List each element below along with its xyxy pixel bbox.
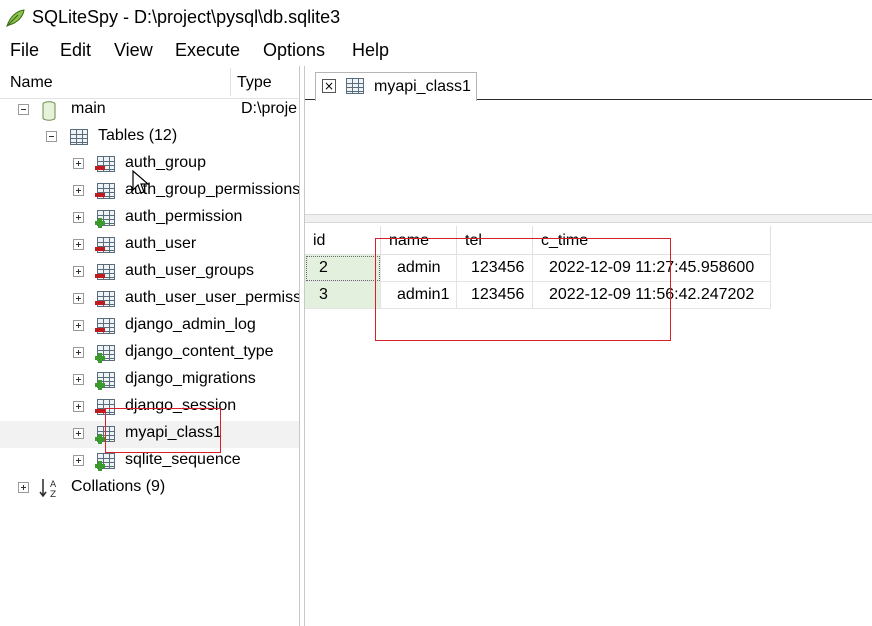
- tree-item-label: auth_user: [125, 235, 197, 252]
- tree-item-table[interactable]: auth_group: [0, 151, 299, 178]
- table-icon: [95, 399, 115, 415]
- expand-icon[interactable]: [73, 455, 84, 466]
- tree-item-tables[interactable]: Tables (12): [0, 124, 299, 151]
- table-icon: [95, 372, 115, 390]
- expand-icon[interactable]: [73, 266, 84, 277]
- expand-icon[interactable]: [73, 239, 84, 250]
- database-icon: [42, 101, 56, 121]
- expand-icon[interactable]: [73, 401, 84, 412]
- schema-tree[interactable]: Name Type main D:\proje Tables (12) auth…: [0, 66, 300, 626]
- mouse-cursor-icon: [132, 170, 150, 194]
- tree-item-label: auth_group_permissions: [125, 181, 300, 198]
- grid-cell-name[interactable]: admin1: [381, 282, 457, 309]
- tree-item-main[interactable]: main D:\proje: [0, 97, 299, 124]
- table-icon: [95, 318, 115, 334]
- tree-item-table[interactable]: auth_user_user_permiss: [0, 286, 300, 313]
- table-icon: [95, 156, 115, 172]
- expand-icon[interactable]: [73, 320, 84, 331]
- tree-item-table[interactable]: auth_user: [0, 232, 299, 259]
- table-icon: [95, 453, 115, 471]
- tree-item-table[interactable]: django_session: [0, 394, 299, 421]
- table-icon: [346, 78, 364, 94]
- tree-header: Name Type: [0, 66, 299, 99]
- grid-cell-c-time[interactable]: 2022-12-09 11:56:42.247202: [533, 282, 771, 309]
- tree-item-label: Collations (9): [71, 478, 166, 495]
- tree-item-label: django_migrations: [125, 370, 256, 387]
- grid-cell-name[interactable]: admin: [381, 255, 457, 282]
- tree-item-table[interactable]: myapi_class1: [0, 421, 299, 448]
- collapse-icon[interactable]: [46, 131, 57, 142]
- tree-item-label: auth_user_groups: [125, 262, 254, 279]
- grid-cell-id[interactable]: 2: [305, 255, 381, 282]
- tree-item-label: myapi_class1: [125, 424, 222, 441]
- menu-execute[interactable]: Execute: [175, 40, 240, 61]
- menu-bar: File Edit View Execute Options Help: [0, 36, 872, 64]
- sort-az-icon: A Z: [39, 479, 57, 499]
- menu-file[interactable]: File: [10, 40, 39, 61]
- tree-item-table[interactable]: django_admin_log: [0, 313, 299, 340]
- table-icon: [95, 345, 115, 363]
- editor-pane: × myapi_class1 id name tel c_time 2 admi…: [304, 66, 872, 626]
- table-icon: [95, 291, 115, 307]
- tree-item-type: D:\proje: [241, 100, 298, 117]
- splitter[interactable]: [305, 214, 872, 223]
- tree-item-table[interactable]: django_migrations: [0, 367, 299, 394]
- grid-cell-c-time[interactable]: 2022-12-09 11:27:45.958600: [533, 255, 771, 282]
- grid-cell-tel[interactable]: 123456: [457, 255, 533, 282]
- expand-icon[interactable]: [73, 374, 84, 385]
- expand-icon[interactable]: [73, 158, 84, 169]
- tree-item-label: Tables (12): [98, 127, 178, 144]
- menu-options[interactable]: Options: [263, 40, 325, 61]
- tables-folder-icon: [70, 129, 88, 145]
- tree-item-label: auth_permission: [125, 208, 243, 225]
- expand-icon[interactable]: [73, 212, 84, 223]
- tree-item-label: main: [71, 100, 106, 117]
- grid-header-c-time[interactable]: c_time: [533, 226, 771, 255]
- menu-view[interactable]: View: [114, 40, 153, 61]
- expand-icon[interactable]: [73, 347, 84, 358]
- window-title: SQLiteSpy - D:\project\pysql\db.sqlite3: [32, 7, 341, 27]
- grid-cell-tel[interactable]: 123456: [457, 282, 533, 309]
- tree-item-label: django_session: [125, 397, 237, 414]
- tree-item-label: django_content_type: [125, 343, 274, 360]
- column-divider[interactable]: [230, 68, 231, 96]
- expand-icon[interactable]: [73, 428, 84, 439]
- tree-item-label: auth_user_user_permiss: [125, 289, 300, 306]
- grid-header-tel[interactable]: tel: [457, 226, 533, 255]
- expand-icon[interactable]: [18, 482, 29, 493]
- collapse-icon[interactable]: [18, 104, 29, 115]
- tree-item-table[interactable]: auth_group_permissions: [0, 178, 300, 205]
- sql-editor[interactable]: [305, 101, 872, 214]
- svg-text:Z: Z: [50, 490, 56, 499]
- column-header-name[interactable]: Name: [10, 74, 53, 92]
- menu-edit[interactable]: Edit: [60, 40, 91, 61]
- tree-item-label: django_admin_log: [125, 316, 256, 333]
- tab-label: myapi_class1: [374, 78, 471, 95]
- title-bar: SQLiteSpy - D:\project\pysql\db.sqlite3: [0, 0, 872, 36]
- table-icon: [95, 183, 115, 199]
- tab-strip: × myapi_class1: [305, 66, 872, 101]
- menu-help[interactable]: Help: [352, 40, 389, 61]
- tab-myapi-class1[interactable]: × myapi_class1: [315, 72, 477, 101]
- result-grid[interactable]: id name tel c_time 2 admin 123456 2022-1…: [305, 226, 872, 626]
- close-icon[interactable]: ×: [322, 79, 336, 93]
- table-icon: [95, 426, 115, 444]
- tree-item-collations[interactable]: A Z Collations (9): [0, 475, 299, 502]
- table-icon: [95, 210, 115, 228]
- table-icon: [95, 264, 115, 280]
- tree-item-table[interactable]: django_content_type: [0, 340, 299, 367]
- tree-item-table[interactable]: auth_permission: [0, 205, 299, 232]
- svg-text:A: A: [50, 480, 57, 490]
- tree-item-table[interactable]: auth_user_groups: [0, 259, 299, 286]
- table-icon: [95, 237, 115, 253]
- expand-icon[interactable]: [73, 293, 84, 304]
- tree-item-label: sqlite_sequence: [125, 451, 241, 468]
- grid-cell-id[interactable]: 3: [305, 282, 381, 309]
- tree-item-table[interactable]: sqlite_sequence: [0, 448, 299, 475]
- expand-icon[interactable]: [73, 185, 84, 196]
- grid-header-id[interactable]: id: [305, 226, 381, 255]
- grid-header-name[interactable]: name: [381, 226, 457, 255]
- column-header-type[interactable]: Type: [237, 74, 272, 92]
- feather-icon: [6, 9, 25, 27]
